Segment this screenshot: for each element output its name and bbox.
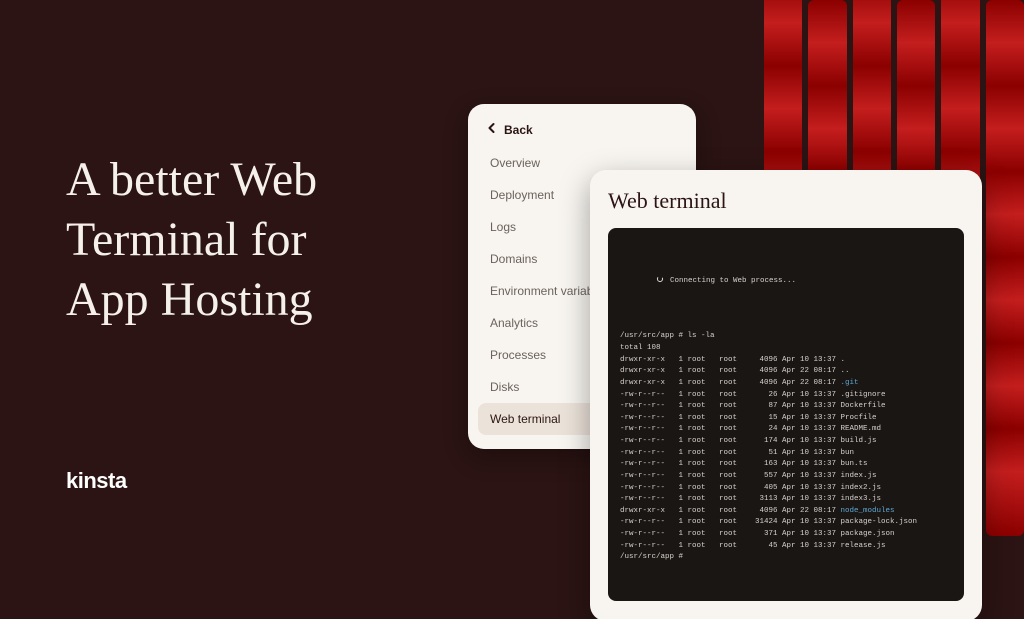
terminal-title: Web terminal xyxy=(608,188,964,214)
back-label: Back xyxy=(504,123,533,137)
kinsta-logo: kinsta xyxy=(66,468,127,494)
terminal-window[interactable]: Connecting to Web process... /usr/src/ap… xyxy=(608,228,964,601)
terminal-status-text: Connecting to Web process... xyxy=(670,276,796,288)
terminal-output: /usr/src/app # ls -la total 108 drwxr-xr… xyxy=(620,331,952,564)
web-terminal-card: Web terminal Connecting to Web process..… xyxy=(590,170,982,619)
spinner-icon xyxy=(620,263,664,300)
chevron-left-icon xyxy=(486,122,498,137)
terminal-status-row: Connecting to Web process... xyxy=(620,263,952,300)
back-button[interactable]: Back xyxy=(478,118,686,147)
promo-headline: A better WebTerminal forApp Hosting xyxy=(66,150,317,330)
